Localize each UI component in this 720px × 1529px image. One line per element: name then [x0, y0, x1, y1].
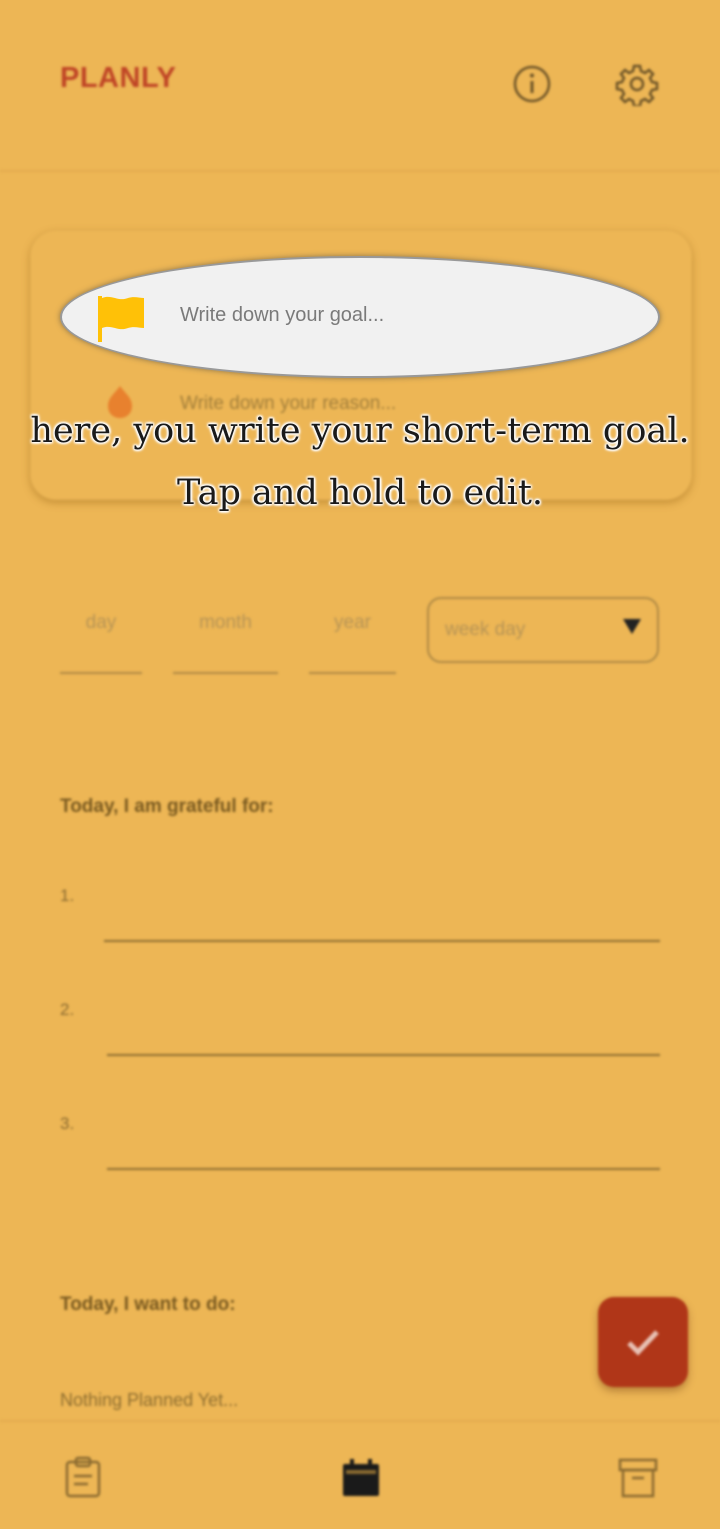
gear-icon[interactable]: [615, 62, 659, 106]
app-background: PLANLY Write down your reason... day mon…: [0, 0, 720, 1527]
day-placeholder: day: [85, 612, 117, 633]
month-field[interactable]: month: [173, 612, 278, 674]
month-placeholder: month: [199, 612, 252, 633]
gratitude-number-2: 2.: [60, 1000, 75, 1019]
gratitude-input-2[interactable]: [107, 1054, 660, 1056]
weekday-dropdown[interactable]: week day: [427, 597, 659, 663]
weekday-placeholder: week day: [445, 619, 526, 640]
day-field[interactable]: day: [60, 612, 142, 674]
gratitude-title: Today, I am grateful for:: [60, 796, 274, 817]
tutorial-overlay[interactable]: here, you write your short-term goal. Ta…: [30, 400, 690, 524]
year-placeholder: year: [334, 612, 371, 633]
archive-icon[interactable]: [616, 1456, 660, 1500]
todo-title: Today, I want to do:: [60, 1294, 236, 1315]
calendar-icon[interactable]: [339, 1456, 383, 1500]
tutorial-text-line1: here, you write your short-term goal.: [30, 411, 690, 451]
year-field[interactable]: year: [309, 612, 396, 674]
bottom-nav: [0, 1420, 720, 1529]
gratitude-number-1: 1.: [60, 886, 75, 905]
todo-empty-text: Nothing Planned Yet...: [60, 1390, 239, 1410]
save-button[interactable]: [598, 1297, 688, 1387]
tutorial-text-line2: Tap and hold to edit.: [176, 473, 544, 513]
gratitude-input-1[interactable]: [104, 940, 660, 942]
app-logo: PLANLY: [60, 62, 177, 94]
goal-placeholder: Write down your goal...: [180, 304, 385, 326]
info-icon[interactable]: [510, 62, 554, 106]
gratitude-number-3: 3.: [60, 1114, 75, 1133]
flag-icon: [98, 296, 144, 342]
check-icon: [627, 1330, 659, 1356]
clipboard-icon[interactable]: [61, 1456, 105, 1500]
chevron-down-icon: [623, 619, 641, 634]
app-header: PLANLY: [0, 0, 720, 172]
gratitude-input-3[interactable]: [107, 1168, 660, 1170]
